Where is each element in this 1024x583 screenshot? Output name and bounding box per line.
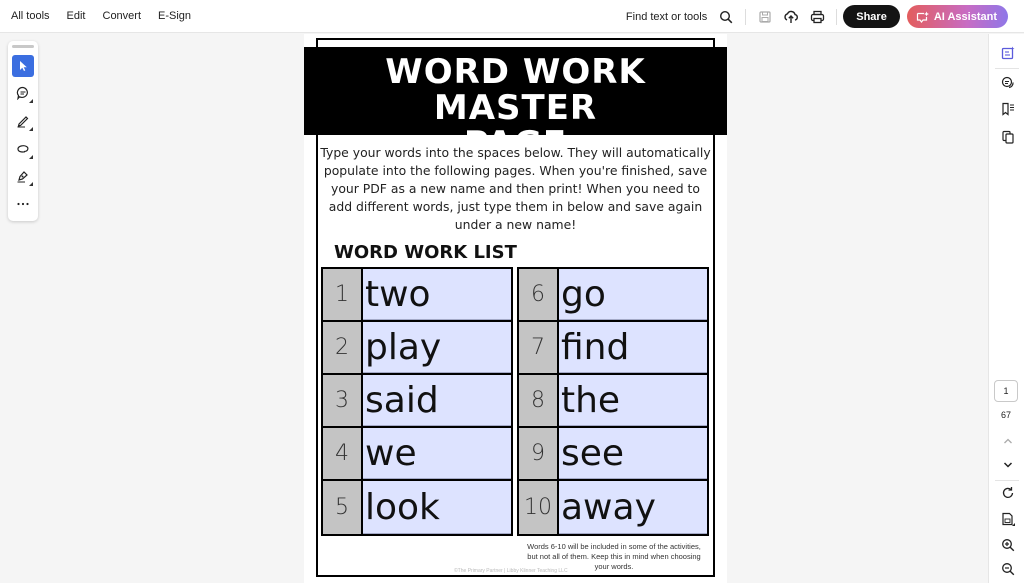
- more-icon[interactable]: [12, 193, 34, 215]
- ai-assistant-button[interactable]: AI Assistant: [906, 5, 1008, 28]
- share-button[interactable]: Share: [843, 5, 900, 28]
- lasso-icon[interactable]: [12, 138, 34, 160]
- word-row: 3 said: [323, 375, 511, 428]
- drag-handle[interactable]: [12, 45, 34, 48]
- pages-icon[interactable]: [997, 126, 1019, 148]
- word-field-6[interactable]: go: [559, 269, 707, 320]
- main-menu: All tools Edit Convert E-Sign: [11, 10, 208, 22]
- copyright-text: ©The Primary Partner | Libby Klinner Tea…: [454, 568, 568, 574]
- comment-icon[interactable]: [12, 83, 34, 105]
- word-field-4[interactable]: we: [363, 428, 511, 479]
- divider: [745, 8, 747, 25]
- ai-assistant-label: AI Assistant: [933, 10, 997, 23]
- pdf-page: WORD WORK MASTER PAGE Type your words in…: [304, 34, 727, 583]
- fit-page-icon[interactable]: [997, 508, 1019, 530]
- divider: [995, 480, 1019, 481]
- submenu-indicator: [29, 99, 33, 104]
- right-sidebar: 1 67: [988, 34, 1024, 583]
- top-toolbar: All tools Edit Convert E-Sign Find text …: [0, 0, 1024, 33]
- menu-e-sign[interactable]: E-Sign: [158, 10, 191, 22]
- word-number: 3: [323, 375, 363, 426]
- comments-icon[interactable]: [997, 72, 1019, 94]
- word-field-9[interactable]: see: [559, 428, 707, 479]
- search-icon[interactable]: [713, 4, 739, 30]
- word-field-10[interactable]: away: [559, 481, 707, 534]
- top-right-actions: Find text or tools Share AI Assistant: [626, 0, 1024, 33]
- page-up-icon[interactable]: [997, 430, 1019, 452]
- submenu-indicator: [29, 182, 33, 187]
- menu-convert[interactable]: Convert: [103, 10, 142, 22]
- word-row: 4 we: [323, 428, 511, 481]
- word-number: 4: [323, 428, 363, 479]
- word-number: 9: [519, 428, 559, 479]
- word-column-left: 1 two 2 play 3 said 4 we 5 look: [321, 267, 513, 536]
- word-number: 6: [519, 269, 559, 320]
- print-icon[interactable]: [804, 4, 830, 30]
- zoom-out-icon[interactable]: [997, 558, 1019, 580]
- word-column-right: 6 go 7 find 8 the 9 see 10 away: [517, 267, 709, 536]
- current-page-input[interactable]: 1: [994, 380, 1018, 402]
- word-field-5[interactable]: look: [363, 481, 511, 534]
- ai-assistant-icon: [916, 11, 929, 23]
- select-icon[interactable]: [12, 54, 34, 77]
- word-field-8[interactable]: the: [559, 375, 707, 426]
- save-icon[interactable]: [752, 4, 778, 30]
- ai-panel-icon[interactable]: [997, 42, 1019, 64]
- word-number: 8: [519, 375, 559, 426]
- rotate-icon[interactable]: [997, 482, 1019, 504]
- divider: [995, 68, 1019, 69]
- word-list-heading: WORD WORK LIST: [334, 242, 517, 263]
- draw-icon[interactable]: [12, 110, 34, 132]
- word-row: 6 go: [519, 269, 707, 322]
- zoom-in-icon[interactable]: [997, 534, 1019, 556]
- bookmarks-icon[interactable]: [997, 98, 1019, 120]
- word-field-3[interactable]: said: [363, 375, 511, 426]
- page-title: WORD WORK MASTER PAGE: [304, 47, 727, 162]
- left-tool-palette: [8, 41, 38, 221]
- word-row: 2 play: [323, 322, 511, 375]
- title-line-1: WORD WORK MASTER: [385, 52, 646, 128]
- word-row: 1 two: [323, 269, 511, 322]
- word-number: 7: [519, 322, 559, 373]
- upload-icon[interactable]: [778, 4, 804, 30]
- word-field-7[interactable]: find: [559, 322, 707, 373]
- word-number: 5: [323, 481, 363, 534]
- sign-icon[interactable]: [12, 166, 34, 188]
- page-down-icon[interactable]: [997, 454, 1019, 476]
- total-pages: 67: [1000, 410, 1011, 420]
- menu-edit[interactable]: Edit: [67, 10, 86, 22]
- word-number: 2: [323, 322, 363, 373]
- word-row: 8 the: [519, 375, 707, 428]
- word-row: 7 find: [519, 322, 707, 375]
- divider: [836, 8, 838, 25]
- word-number: 10: [519, 481, 559, 534]
- word-row: 5 look: [323, 481, 511, 534]
- find-text-label[interactable]: Find text or tools: [626, 11, 707, 23]
- word-row: 9 see: [519, 428, 707, 481]
- word-field-2[interactable]: play: [363, 322, 511, 373]
- word-row: 10 away: [519, 481, 707, 534]
- menu-all-tools[interactable]: All tools: [11, 10, 50, 22]
- instructions-text: Type your words into the spaces below. T…: [320, 145, 711, 232]
- submenu-indicator: [29, 126, 33, 131]
- word-field-1[interactable]: two: [363, 269, 511, 320]
- word-number: 1: [323, 269, 363, 320]
- submenu-indicator: [29, 154, 33, 159]
